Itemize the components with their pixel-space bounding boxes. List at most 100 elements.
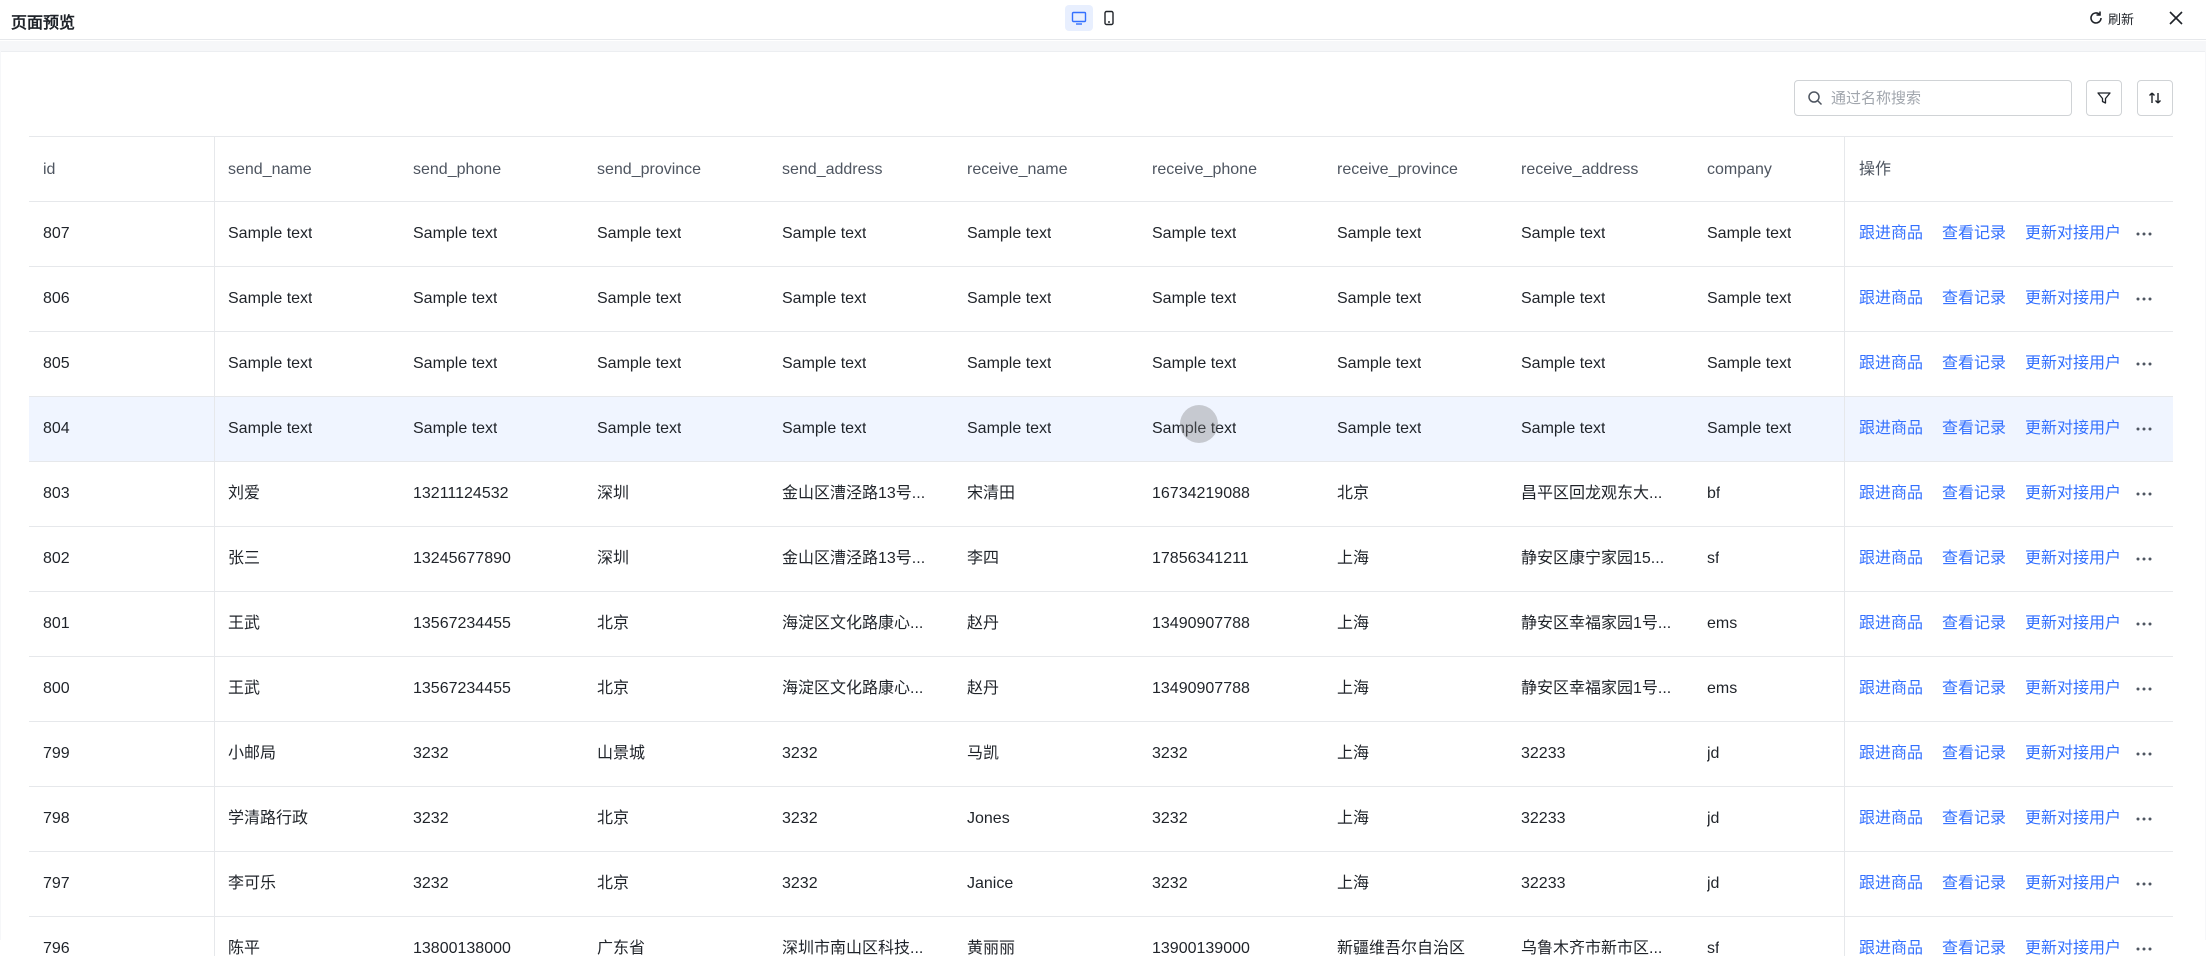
close-icon [2169,11,2183,25]
update-user-link[interactable]: 更新对接用户 [2025,917,2121,956]
table-row[interactable]: 802 张三 13245677890 深圳 金山区漕泾路13号... 李四 17856341… [29,527,2173,592]
cell-send_name: 刘爱 [228,485,261,502]
update-user-link[interactable]: 更新对接用户 [2025,267,2121,331]
cell-send_province: Sample text [597,355,682,372]
view-record-link[interactable]: 查看记录 [1942,397,2006,461]
cell-send_name: 小邮局 [228,745,277,762]
more-icon[interactable] [2134,549,2154,569]
follow-product-link[interactable]: 跟进商品 [1859,852,1923,916]
cell-send_province: Sample text [597,420,682,437]
update-user-link[interactable]: 更新对接用户 [2025,657,2121,721]
more-icon[interactable] [2134,289,2154,309]
column-header-send_address[interactable]: send_address [782,137,883,203]
update-user-link[interactable]: 更新对接用户 [2025,462,2121,526]
more-icon[interactable] [2134,224,2154,244]
more-icon[interactable] [2134,614,2154,634]
refresh-label: 刷新 [2108,11,2135,27]
follow-product-link[interactable]: 跟进商品 [1859,332,1923,396]
table-row[interactable]: 800 王武 13567234455 北京 海淀区文化路康心... 赵丹 134909077… [29,657,2173,722]
view-record-link[interactable]: 查看记录 [1942,592,2006,656]
cell-receive_name: 赵丹 [967,680,1000,697]
column-header-receive_name[interactable]: receive_name [967,137,1068,203]
table-row[interactable]: 796 陈平 13800138000 广东省 深圳市南山区科技... 黄丽丽 1390013… [29,917,2173,956]
more-icon[interactable] [2134,874,2154,894]
table-row[interactable]: 799 小邮局 3232 山景城 3232 马凯 3232 上海 32233 jd 跟进商品 查看记录… [29,722,2173,787]
update-user-link[interactable]: 更新对接用户 [2025,722,2121,786]
column-header-actions[interactable]: 操作 [1859,137,1891,203]
follow-product-link[interactable]: 跟进商品 [1859,722,1923,786]
more-icon[interactable] [2134,354,2154,374]
filter-button[interactable] [2086,80,2122,116]
column-header-receive_address[interactable]: receive_address [1521,137,1638,203]
view-record-link[interactable]: 查看记录 [1942,787,2006,851]
cell-receive_name: Jones [967,810,1010,827]
update-user-link[interactable]: 更新对接用户 [2025,527,2121,591]
cell-send_phone: 13211124532 [413,485,509,502]
table-row[interactable]: 803 刘爱 13211124532 深圳 金山区漕泾路13号... 宋清田 1673421… [29,462,2173,527]
follow-product-link[interactable]: 跟进商品 [1859,657,1923,721]
column-header-send_name[interactable]: send_name [228,137,312,203]
table-row[interactable]: 804 Sample text Sample text Sample text Samp… [29,397,2173,462]
column-header-send_province[interactable]: send_province [597,137,701,203]
update-user-link[interactable]: 更新对接用户 [2025,397,2121,461]
sort-button[interactable] [2137,80,2173,116]
more-icon[interactable] [2134,419,2154,439]
more-icon[interactable] [2134,809,2154,829]
view-record-link[interactable]: 查看记录 [1942,527,2006,591]
mobile-icon [1104,10,1114,26]
cell-send_province: 北京 [597,875,630,892]
follow-product-link[interactable]: 跟进商品 [1859,917,1923,956]
view-record-link[interactable]: 查看记录 [1942,202,2006,266]
search-box[interactable] [1794,80,2072,116]
view-record-link[interactable]: 查看记录 [1942,722,2006,786]
search-input[interactable] [1831,89,2061,107]
update-user-link[interactable]: 更新对接用户 [2025,592,2121,656]
column-header-id[interactable]: id [43,137,55,203]
cell-receive_phone: Sample text [1152,225,1237,242]
close-button[interactable] [2164,6,2188,30]
follow-product-link[interactable]: 跟进商品 [1859,397,1923,461]
more-icon[interactable] [2134,679,2154,699]
cell-send_phone: Sample text [413,355,498,372]
cell-id: 797 [43,875,70,892]
view-record-link[interactable]: 查看记录 [1942,332,2006,396]
table-row[interactable]: 807 Sample text Sample text Sample text Samp… [29,202,2173,267]
refresh-button[interactable]: 刷新 [2088,8,2134,28]
table-row[interactable]: 801 王武 13567234455 北京 海淀区文化路康心... 赵丹 134909077… [29,592,2173,657]
column-header-company[interactable]: company [1707,137,1772,203]
view-record-link[interactable]: 查看记录 [1942,267,2006,331]
follow-product-link[interactable]: 跟进商品 [1859,787,1923,851]
view-record-link[interactable]: 查看记录 [1942,657,2006,721]
update-user-link[interactable]: 更新对接用户 [2025,202,2121,266]
view-record-link[interactable]: 查看记录 [1942,917,2006,956]
follow-product-link[interactable]: 跟进商品 [1859,527,1923,591]
follow-product-link[interactable]: 跟进商品 [1859,462,1923,526]
cell-send_phone: 13245677890 [413,550,511,567]
device-toggle [1063,5,1123,31]
follow-product-link[interactable]: 跟进商品 [1859,592,1923,656]
cell-send_phone: Sample text [413,225,498,242]
update-user-link[interactable]: 更新对接用户 [2025,787,2121,851]
cell-receive_name: Sample text [967,225,1052,242]
more-icon[interactable] [2134,744,2154,764]
follow-product-link[interactable]: 跟进商品 [1859,202,1923,266]
table-row[interactable]: 806 Sample text Sample text Sample text Samp… [29,267,2173,332]
column-header-receive_province[interactable]: receive_province [1337,137,1458,203]
table-row[interactable]: 805 Sample text Sample text Sample text Samp… [29,332,2173,397]
cell-receive_address: 乌鲁木齐市新市区... [1521,940,1663,956]
mobile-view-button[interactable] [1095,5,1123,31]
more-icon[interactable] [2134,939,2154,956]
more-icon[interactable] [2134,484,2154,504]
cell-send_name: Sample text [228,290,313,307]
cell-receive_name: 宋清田 [967,485,1016,502]
desktop-view-button[interactable] [1065,5,1093,31]
update-user-link[interactable]: 更新对接用户 [2025,852,2121,916]
follow-product-link[interactable]: 跟进商品 [1859,267,1923,331]
column-header-send_phone[interactable]: send_phone [413,137,501,203]
table-row[interactable]: 798 学清路行政 3232 北京 3232 Jones 3232 上海 32233 jd 跟进商品… [29,787,2173,852]
table-row[interactable]: 797 李可乐 3232 北京 3232 Janice 3232 上海 32233 jd 跟进商品查… [29,852,2173,917]
view-record-link[interactable]: 查看记录 [1942,462,2006,526]
update-user-link[interactable]: 更新对接用户 [2025,332,2121,396]
column-header-receive_phone[interactable]: receive_phone [1152,137,1257,203]
view-record-link[interactable]: 查看记录 [1942,852,2006,916]
